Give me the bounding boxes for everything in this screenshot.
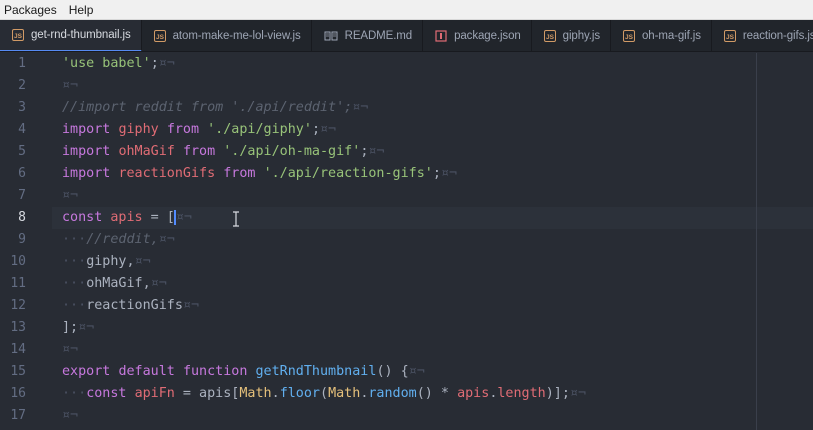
code-line-3: //import reddit from './api/reddit';¤¬ <box>62 100 369 115</box>
text-editor[interactable]: 1 2 3 4 5 6 7 8 9 10 11 12 13 14 15 16 1… <box>0 53 813 430</box>
line-number-current: 8 <box>18 210 26 225</box>
code-line-4: import giphy from './api/giphy';¤¬ <box>62 122 337 137</box>
tab-label: reaction-gifs.js <box>742 30 813 42</box>
book-icon <box>324 30 338 42</box>
js-file-icon: JS <box>723 30 736 42</box>
line-number: 14 <box>10 342 26 357</box>
svg-text:JS: JS <box>156 34 165 41</box>
code-line-14: ¤¬ <box>62 342 79 357</box>
code-line-5: import ohMaGif from './api/oh-ma-gif';¤¬ <box>62 144 385 159</box>
js-file-icon: JS <box>12 29 24 41</box>
tab-package-json[interactable]: package.json <box>423 20 532 51</box>
wrap-guide <box>756 53 757 430</box>
line-number-gutter[interactable]: 1 2 3 4 5 6 7 8 9 10 11 12 13 14 15 16 1… <box>0 53 52 430</box>
line-number: 3 <box>18 100 26 115</box>
tab-bar: JS get-rnd-thumbnail.js JS atom-make-me-… <box>0 20 813 52</box>
line-number: 12 <box>10 298 26 313</box>
js-file-icon: JS <box>153 30 166 42</box>
code-line-16: ···const apiFn = apis[Math.floor(Math.ra… <box>62 386 587 401</box>
tab-readme[interactable]: README.md <box>312 20 424 51</box>
tab-get-rnd-thumbnail[interactable]: JS get-rnd-thumbnail.js <box>0 20 142 51</box>
tab-label: giphy.js <box>562 30 601 42</box>
svg-text:JS: JS <box>726 34 735 41</box>
svg-text:JS: JS <box>546 34 555 41</box>
tab-label: get-rnd-thumbnail.js <box>31 29 131 41</box>
code-line-8: const apis = [¤¬ <box>62 210 192 225</box>
line-number: 11 <box>10 276 26 291</box>
js-file-icon: JS <box>623 30 636 42</box>
line-number: 9 <box>18 232 26 247</box>
code-line-6: import reactionGifs from './api/reaction… <box>62 166 458 181</box>
menu-help[interactable]: Help <box>69 3 94 17</box>
code-line-15: export default function getRndThumbnail(… <box>62 364 425 379</box>
code-line-11: ···ohMaGif,¤¬ <box>62 276 167 291</box>
tab-atom-make-me-lol-view[interactable]: JS atom-make-me-lol-view.js <box>142 20 312 51</box>
line-number: 7 <box>18 188 26 203</box>
tab-giphy[interactable]: JS giphy.js <box>532 20 612 51</box>
line-number: 4 <box>18 122 26 137</box>
line-number: 13 <box>10 320 26 335</box>
code-line-9: ···//reddit,¤¬ <box>62 232 175 247</box>
code-line-17: ¤¬ <box>62 408 79 423</box>
tab-oh-ma-gif[interactable]: JS oh-ma-gif.js <box>611 20 712 51</box>
line-number: 5 <box>18 144 26 159</box>
tab-label: package.json <box>454 30 521 42</box>
js-file-icon: JS <box>543 30 556 42</box>
line-number: 10 <box>10 254 26 269</box>
tab-reaction-gifs[interactable]: JS reaction-gifs.js <box>712 20 813 51</box>
line-number: 17 <box>10 408 26 423</box>
code-line-7: ¤¬ <box>62 188 79 203</box>
code-line-13: ];¤¬ <box>62 320 95 335</box>
code-line-1: 'use babel';¤¬ <box>62 56 175 71</box>
package-icon <box>435 30 447 42</box>
line-number: 6 <box>18 166 26 181</box>
line-number: 2 <box>18 78 26 93</box>
line-number: 15 <box>10 364 26 379</box>
code-line-12: ···reactionGifs¤¬ <box>62 298 200 313</box>
svg-text:JS: JS <box>14 33 23 40</box>
text-cursor-pointer-icon <box>233 211 239 227</box>
code-line-10: ···giphy,¤¬ <box>62 254 151 269</box>
menu-packages[interactable]: Packages <box>4 3 57 17</box>
line-number: 16 <box>10 386 26 401</box>
line-number: 1 <box>18 56 26 71</box>
tab-label: README.md <box>344 30 413 42</box>
tab-label: oh-ma-gif.js <box>642 30 701 42</box>
svg-text:JS: JS <box>625 34 634 41</box>
code-line-2: ¤¬ <box>62 78 79 93</box>
menu-bar: Packages Help <box>0 0 813 20</box>
tab-label: atom-make-me-lol-view.js <box>172 30 301 42</box>
